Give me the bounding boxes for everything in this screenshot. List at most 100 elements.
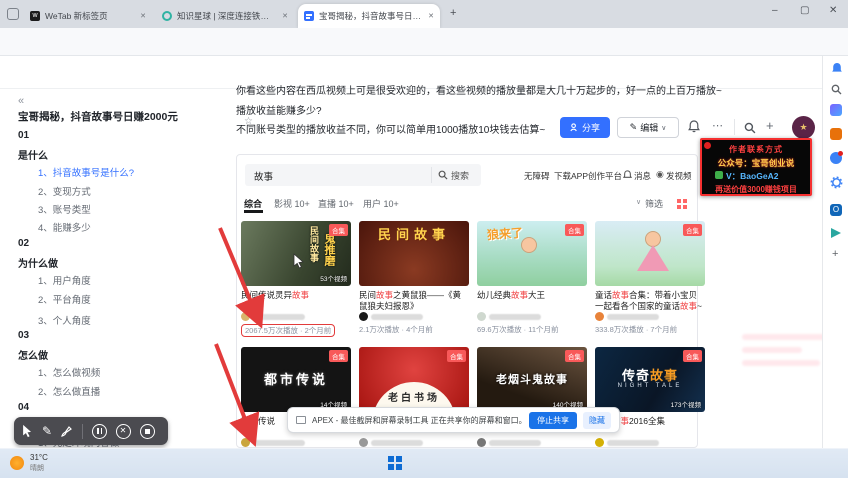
outline-item[interactable]: 4、能赚多少 — [38, 220, 91, 234]
hide-button[interactable]: 隐藏 — [583, 412, 611, 429]
collection-badge: 合集 — [329, 350, 348, 362]
publish-video-icon: ◉ — [656, 169, 664, 180]
tab-close-icon[interactable]: ✕ — [282, 12, 288, 20]
tab-workspaces-icon[interactable] — [7, 8, 19, 20]
video-title[interactable]: 童话故事合集：带着小宝贝一起看各个国家的童话故事~ — [595, 290, 705, 311]
channel-row[interactable] — [595, 438, 705, 447]
outline-item[interactable]: 2、怎么做直播 — [38, 384, 100, 398]
tab-close-icon[interactable]: ✕ — [428, 12, 434, 20]
video-card[interactable]: 传奇故事 NIGHT TALE 合集 173个视频 传奇故事2016全集 113… — [595, 347, 705, 461]
xigua-tab-movies[interactable]: 影视 10+ — [274, 197, 310, 210]
monitor-icon — [296, 416, 306, 424]
sidebar-search-icon[interactable] — [831, 84, 842, 95]
video-count-badge: 53个视频 — [320, 273, 347, 283]
video-thumbnail[interactable]: 老白书场 合集 — [359, 347, 469, 412]
video-thumbnail[interactable]: 老烟斗鬼故事 合集 140个视频 — [477, 347, 587, 412]
xigua-search-icon[interactable] — [438, 170, 448, 180]
tab-wetab[interactable]: w WeTab 新标签页 ✕ — [24, 4, 152, 28]
video-card[interactable]: 老烟斗鬼故事 合集 140个视频 1678.15万次播放 · 2个月前 — [477, 347, 587, 461]
wechat-icon — [715, 171, 723, 179]
filter-button[interactable]: 筛选 — [645, 197, 663, 210]
pause-recording-button[interactable] — [92, 424, 107, 439]
outline-item[interactable]: 2、平台角度 — [38, 292, 91, 306]
tab-feishu-doc[interactable]: 宝哥揭秘，抖音故事号日赚2000... ✕ — [298, 4, 440, 28]
sidebar-bell-icon[interactable] — [831, 62, 843, 75]
outline-item[interactable]: 1、用户角度 — [38, 273, 91, 287]
tab-close-icon[interactable]: ✕ — [140, 12, 146, 20]
outline-section-head[interactable]: 是什么 — [18, 147, 48, 162]
xigua-nav-item[interactable]: 消息 — [634, 170, 651, 182]
cancel-recording-button[interactable]: ✕ — [116, 424, 131, 439]
video-thumbnail[interactable]: 合集 — [595, 221, 705, 286]
tab-zsxq[interactable]: 知识星球 | 深度连接铁杆粉丝... ✕ — [156, 4, 294, 28]
window-maximize-button[interactable]: ▢ — [800, 5, 809, 16]
layout-grid-icon[interactable] — [677, 199, 687, 209]
channel-row[interactable] — [359, 438, 469, 447]
share-bar-text: APEX - 最佳截屏和屏幕录制工具 正在共享你的屏幕和窗口。 — [312, 415, 523, 426]
video-card[interactable]: 狼来了 合集 幼儿经典故事大王 69.6万次播放 · 11个月前 — [477, 221, 587, 335]
sidebar-shopping-icon[interactable] — [830, 128, 842, 140]
video-title[interactable]: 幼儿经典故事大王 — [477, 290, 587, 311]
sidebar-people-icon[interactable] — [830, 152, 842, 164]
sidebar-add-icon[interactable]: + — [832, 248, 838, 260]
outline-item[interactable]: 1、怎么做视频 — [38, 365, 100, 379]
video-card[interactable]: 合集 童话故事合集：带着小宝贝一起看各个国家的童话故事~ 333.8万次播放 ·… — [595, 221, 705, 335]
video-thumbnail[interactable]: 传奇故事 NIGHT TALE 合集 173个视频 — [595, 347, 705, 412]
outline-title[interactable]: 宝哥揭秘，抖音故事号日赚2000元 — [18, 109, 214, 124]
contact-bonus: 再送价值3000赚钱项目 — [702, 184, 810, 195]
thumb-text: 民间故事 — [308, 226, 321, 262]
sidebar-outlook-icon[interactable]: O — [830, 204, 842, 216]
outline-item[interactable]: 1、抖音故事号是什么? — [38, 165, 134, 179]
channel-row[interactable] — [477, 438, 587, 447]
weather-temp[interactable]: 31°C — [30, 453, 48, 462]
xigua-search-box[interactable]: 故事 搜索 — [245, 164, 481, 186]
xigua-tab-all[interactable]: 综合 — [244, 197, 262, 210]
new-tab-button[interactable]: + — [450, 7, 456, 19]
outline-item[interactable]: 3、账号类型 — [38, 202, 91, 216]
weather-sun-icon[interactable] — [10, 456, 24, 470]
collapse-outline-icon[interactable]: « — [18, 95, 24, 107]
outline-item[interactable]: 3、个人角度 — [38, 313, 91, 327]
video-title[interactable]: 民间故事之黄鼠狼——《黄鼠狼夫妇报恩》 — [359, 290, 469, 311]
video-card[interactable]: 老白书场 合集 1233.9万次播放 · 6个月前 — [359, 347, 469, 461]
channel-row[interactable] — [477, 312, 587, 321]
start-button[interactable] — [388, 456, 402, 470]
video-thumbnail[interactable]: 狼来了 合集 — [477, 221, 587, 286]
xigua-nav-item[interactable]: 发视频 — [666, 170, 692, 182]
xigua-nav-item[interactable]: 下载APP — [554, 170, 588, 182]
channel-row[interactable] — [595, 312, 705, 321]
weather-desc[interactable]: 晴朗 — [30, 463, 44, 473]
outline-item[interactable]: 2、变现方式 — [38, 184, 91, 198]
cartoon-face — [521, 237, 537, 253]
channel-row[interactable] — [359, 312, 469, 321]
contact-wechat-id: V：BaoGeA2 — [726, 170, 778, 182]
edge-sidebar: O + — [822, 56, 848, 448]
collection-badge: 合集 — [565, 224, 584, 236]
xigua-nav-item[interactable]: 无障碍 — [524, 170, 550, 182]
video-card[interactable]: 民间故事 民间故事之黄鼠狼——《黄鼠狼夫妇报恩》 2.1万次播放 · 4个月前 — [359, 221, 469, 335]
window-minimize-button[interactable]: – — [772, 5, 778, 16]
tab-title: 宝哥揭秘，抖音故事号日赚2000... — [319, 10, 423, 22]
channel-name-blurred — [371, 440, 423, 446]
video-thumbnail[interactable]: 民间故事 — [359, 221, 469, 286]
xigua-tab-live[interactable]: 直播 10+ — [318, 197, 354, 210]
screen-share-bar: APEX - 最佳截屏和屏幕录制工具 正在共享你的屏幕和窗口。 停止共享 隐藏 — [287, 407, 620, 433]
xigua-nav-item[interactable]: 创作平台 — [588, 170, 622, 182]
xigua-search-button[interactable]: 搜索 — [451, 169, 469, 182]
xigua-tab-users[interactable]: 用户 10+ — [363, 197, 399, 210]
sidebar-copilot-icon[interactable] — [830, 104, 842, 116]
outline-section-head[interactable]: 怎么做 — [18, 347, 48, 362]
outline-section-head[interactable]: 为什么做 — [18, 255, 58, 270]
collection-badge: 合集 — [565, 350, 584, 362]
cursor-tool-icon[interactable] — [22, 424, 33, 438]
search-divider — [431, 167, 432, 183]
channel-avatar — [359, 438, 368, 447]
sidebar-send-icon[interactable] — [831, 228, 841, 238]
stop-recording-button[interactable] — [140, 424, 155, 439]
window-close-button[interactable]: ✕ — [829, 5, 837, 16]
brush-tool-icon[interactable] — [61, 425, 73, 437]
sidebar-settings-gear-icon[interactable] — [830, 176, 843, 189]
pencil-tool-icon[interactable]: ✎ — [42, 424, 52, 438]
outline-section-num: 04 — [18, 402, 29, 413]
stop-sharing-button[interactable]: 停止共享 — [529, 412, 577, 429]
